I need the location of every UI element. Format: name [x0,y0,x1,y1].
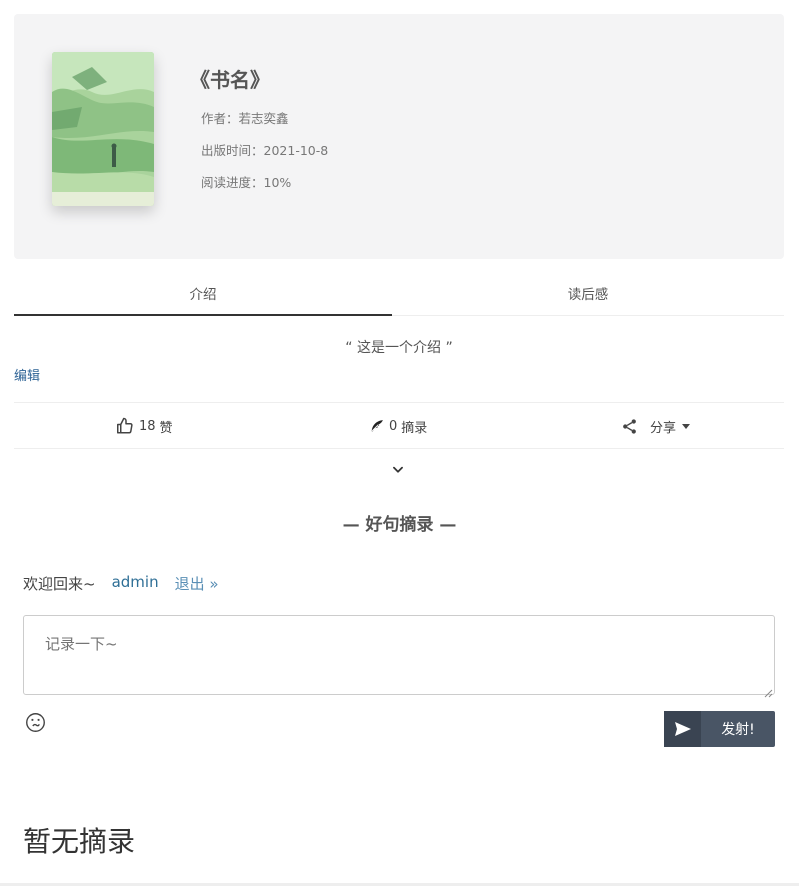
author-label: 作者： [201,111,239,126]
username-link[interactable]: admin [112,573,159,594]
progress-label: 阅读进度： [201,175,264,190]
tab-review[interactable]: 读后感 [392,274,784,316]
published-label: 出版时间： [201,143,264,158]
emoji-icon[interactable] [25,712,46,737]
excerpt-count: 0 [389,418,398,434]
chevron-down-icon[interactable] [391,462,405,481]
paper-plane-icon [664,711,701,747]
excerpt-button[interactable]: 0 摘录 [370,403,427,449]
send-label: 发射! [721,722,755,738]
intro-text: “ 这是一个介绍 ” [345,340,453,356]
book-cover-image [52,52,154,206]
progress-line: 阅读进度：10% [201,172,291,191]
content-tabs: 介绍 读后感 [14,274,784,316]
excerpt-input[interactable] [23,615,775,695]
author-line: 作者：若志奕鑫 [201,108,289,127]
book-title: 《书名》 [190,68,270,92]
book-header-card: 《书名》 作者：若志奕鑫 出版时间：2021-10-8 阅读进度：10% [14,14,784,259]
share-icon [621,418,638,435]
tab-intro[interactable]: 介绍 [14,274,392,316]
welcome-text: 欢迎回来~ [23,575,96,593]
send-button[interactable]: 发射! [664,711,775,747]
share-dropdown[interactable]: 分享 [621,403,691,449]
feather-pen-icon [370,419,384,433]
excerpt-label: 摘录 [401,420,428,436]
progress-value: 10% [263,175,292,190]
empty-excerpts-text: 暂无摘录 [23,825,136,858]
like-button[interactable]: 18 赞 [115,403,173,449]
logout-link[interactable]: 退出 » [175,573,219,594]
like-count: 18 [139,418,156,434]
share-label: 分享 [650,420,677,436]
author-value: 若志奕鑫 [238,111,289,126]
caret-down-icon [682,423,691,429]
resize-handle-icon[interactable] [763,683,773,698]
welcome-bar: 欢迎回来~ admin 退出 » [23,573,219,594]
published-line: 出版时间：2021-10-8 [201,140,328,159]
like-label: 赞 [159,420,173,436]
excerpt-section-title: — 好句摘录 — [342,515,457,535]
action-bar: 18 赞 0 摘录 分享 [14,402,784,449]
published-value: 2021-10-8 [263,143,329,158]
edit-link[interactable]: 编辑 [14,365,40,384]
thumbs-up-icon [115,417,134,435]
